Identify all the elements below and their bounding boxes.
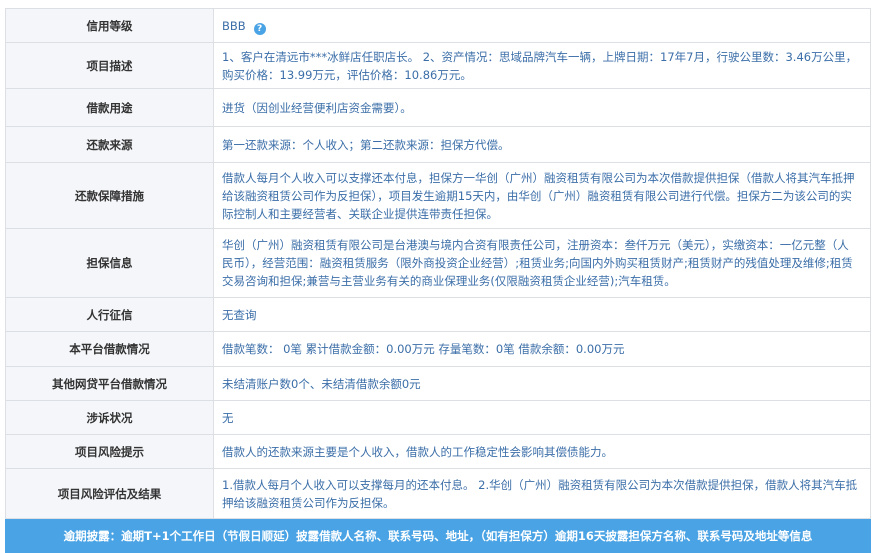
- table-row: 还款来源 第一还款来源：个人收入；第二还款来源：担保方代偿。: [5, 126, 871, 163]
- row-value: 无查询: [213, 297, 871, 332]
- row-value: 1、客户在清远市***冰鲜店任职店长。 2、资产情况：思域品牌汽车一辆，上牌日期…: [213, 42, 871, 89]
- credit-rating: BBB: [222, 18, 246, 33]
- table-row: 人行征信 无查询: [5, 297, 871, 332]
- table-row: 其他网贷平台借款情况 未结清账户数0个、未结清借款余额0元: [5, 366, 871, 401]
- row-value: 未结清账户数0个、未结清借款余额0元: [213, 366, 871, 401]
- row-label: 担保信息: [5, 228, 214, 298]
- row-value: 无: [213, 400, 871, 435]
- row-label: 项目风险提示: [5, 434, 214, 469]
- row-value: 借款笔数： 0笔 累计借款金额：0.00万元 存量笔数：0笔 借款余额：0.00…: [213, 331, 871, 367]
- table-row: 涉诉状况 无: [5, 400, 871, 435]
- row-label: 还款保障措施: [5, 162, 214, 229]
- row-label: 借款用途: [5, 88, 214, 127]
- row-label: 人行征信: [5, 297, 214, 332]
- row-value: 借款人每月个人收入可以支撑还本付息，担保方一华创（广州）融资租赁有限公司为本次借…: [213, 162, 871, 229]
- row-value: 进货（因创业经营便利店资金需要）。: [213, 88, 871, 127]
- table-row: 担保信息 华创（广州）融资租赁有限公司是台港澳与境内合资有限责任公司，注册资本：…: [5, 228, 871, 298]
- row-label: 本平台借款情况: [5, 331, 214, 367]
- row-label: 其他网贷平台借款情况: [5, 366, 214, 401]
- overdue-disclosure-banner: 逾期披露：逾期T+1个工作日（节假日顺延）披露借款人名称、联系号码、地址，（如有…: [5, 519, 871, 553]
- row-label: 涉诉状况: [5, 400, 214, 435]
- table-row: 项目风险评估及结果 1.借款人每月个人收入可以支撑每月的还本付息。 2.华创（广…: [5, 468, 871, 519]
- row-value: 借款人的还款来源主要是个人收入，借款人的工作稳定性会影响其偿债能力。: [213, 434, 871, 469]
- table-row: 信用等级 BBB?: [5, 8, 871, 43]
- table-row: 借款用途 进货（因创业经营便利店资金需要）。: [5, 88, 871, 127]
- row-label: 项目风险评估及结果: [5, 468, 214, 519]
- row-label: 信用等级: [5, 8, 214, 43]
- table-row: 项目风险提示 借款人的还款来源主要是个人收入，借款人的工作稳定性会影响其偿债能力…: [5, 434, 871, 469]
- loan-info-panel: 信用等级 BBB? 项目描述 1、客户在清远市***冰鲜店任职店长。 2、资产情…: [5, 8, 871, 553]
- row-value: 第一还款来源：个人收入；第二还款来源：担保方代偿。: [213, 126, 871, 163]
- loan-info-table: 信用等级 BBB? 项目描述 1、客户在清远市***冰鲜店任职店长。 2、资产情…: [5, 8, 871, 519]
- row-value: 1.借款人每月个人收入可以支撑每月的还本付息。 2.华创（广州）融资租赁有限公司…: [213, 468, 871, 519]
- table-row: 还款保障措施 借款人每月个人收入可以支撑还本付息，担保方一华创（广州）融资租赁有…: [5, 162, 871, 229]
- help-icon[interactable]: ?: [253, 22, 266, 35]
- row-label: 还款来源: [5, 126, 214, 163]
- row-label: 项目描述: [5, 42, 214, 89]
- row-value: 华创（广州）融资租赁有限公司是台港澳与境内合资有限责任公司，注册资本：叁仟万元（…: [213, 228, 871, 298]
- table-row: 本平台借款情况 借款笔数： 0笔 累计借款金额：0.00万元 存量笔数：0笔 借…: [5, 331, 871, 367]
- table-row: 项目描述 1、客户在清远市***冰鲜店任职店长。 2、资产情况：思域品牌汽车一辆…: [5, 42, 871, 89]
